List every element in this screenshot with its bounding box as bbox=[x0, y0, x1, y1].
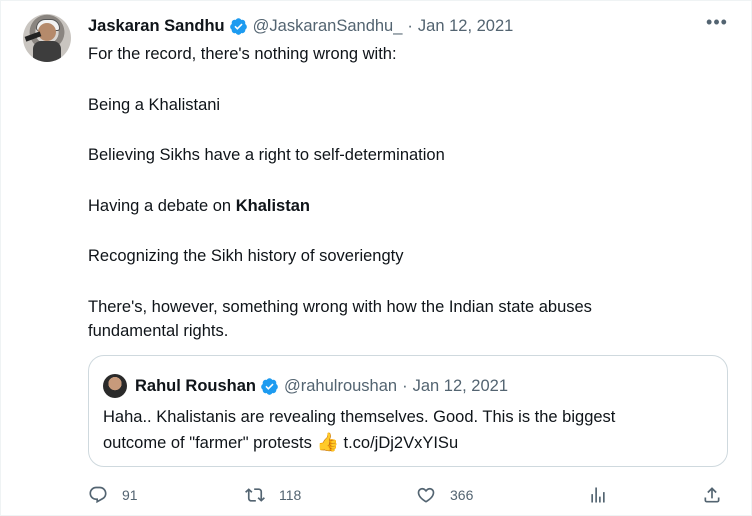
reply-count: 91 bbox=[122, 487, 138, 503]
like-button[interactable]: 366 bbox=[416, 483, 473, 507]
tweet-line: Recognizing the Sikh history of soverien… bbox=[88, 247, 404, 265]
quoted-tweet-header: Rahul Roushan @rahulroushan · Jan 12, 20… bbox=[135, 374, 508, 398]
tweet-header: Jaskaran Sandhu @JaskaranSandhu_ · Jan 1… bbox=[88, 15, 513, 37]
quoted-line: Haha.. Khalistanis are revealing themsel… bbox=[103, 408, 616, 426]
share-icon bbox=[704, 487, 720, 503]
tweet-date[interactable]: Jan 12, 2021 bbox=[418, 17, 513, 36]
quoted-tweet[interactable]: Rahul Roushan @rahulroushan · Jan 12, 20… bbox=[88, 355, 728, 467]
quoted-link[interactable]: t.co/jDj2VxYISu bbox=[343, 434, 458, 452]
author-name[interactable]: Jaskaran Sandhu bbox=[88, 17, 225, 36]
like-icon bbox=[417, 487, 435, 503]
quoted-line-2: outcome of "farmer" protests 👍 t.co/jDj2… bbox=[103, 430, 713, 456]
thumbs-up-emoji: 👍 bbox=[316, 432, 339, 452]
date-separator: · bbox=[407, 16, 413, 35]
author-handle[interactable]: @JaskaranSandhu_ bbox=[253, 17, 403, 36]
bold-keyword: Khalistan bbox=[235, 196, 310, 215]
views-icon bbox=[591, 487, 605, 503]
tweet-line-prefix: Having a debate on bbox=[88, 196, 236, 215]
reply-button[interactable]: 91 bbox=[88, 483, 138, 507]
action-bar: 91 118 366 bbox=[88, 483, 728, 507]
tweet-line: Being a Khalistani bbox=[88, 95, 221, 114]
retweet-count: 118 bbox=[279, 487, 302, 503]
quoted-author-avatar bbox=[103, 374, 127, 398]
like-count: 366 bbox=[450, 487, 474, 503]
tweet-card[interactable]: Jaskaran Sandhu @JaskaranSandhu_ · Jan 1… bbox=[0, 0, 752, 516]
quoted-author-handle: @rahulroushan bbox=[284, 376, 398, 395]
more-icon[interactable]: ••• bbox=[706, 13, 728, 37]
views-button[interactable] bbox=[588, 483, 608, 507]
tweet-line: Believing Sikhs have a right to self-det… bbox=[88, 146, 445, 164]
date-separator: · bbox=[402, 376, 408, 395]
tweet-line: Having a debate on Khalistan bbox=[88, 194, 698, 219]
share-button[interactable] bbox=[702, 483, 722, 507]
tweet-line: There's, however, something wrong with h… bbox=[88, 297, 592, 316]
quoted-line-text: outcome of "farmer" protests bbox=[103, 434, 317, 452]
quoted-tweet-date: Jan 12, 2021 bbox=[412, 376, 509, 395]
author-avatar[interactable] bbox=[23, 14, 71, 62]
quoted-author-name: Rahul Roushan bbox=[135, 376, 257, 395]
tweet-line: For the record, there's nothing wrong wi… bbox=[88, 45, 397, 63]
retweet-icon bbox=[245, 488, 265, 502]
quoted-tweet-text: Haha.. Khalistanis are revealing themsel… bbox=[103, 405, 713, 456]
tweet-text: For the record, there's nothing wrong wi… bbox=[88, 42, 698, 344]
tweet-line: fundamental rights. bbox=[88, 322, 229, 340]
reply-icon bbox=[89, 486, 107, 504]
retweet-button[interactable]: 118 bbox=[245, 483, 301, 507]
verified-badge-icon bbox=[229, 17, 247, 35]
verified-badge-icon bbox=[261, 377, 278, 395]
